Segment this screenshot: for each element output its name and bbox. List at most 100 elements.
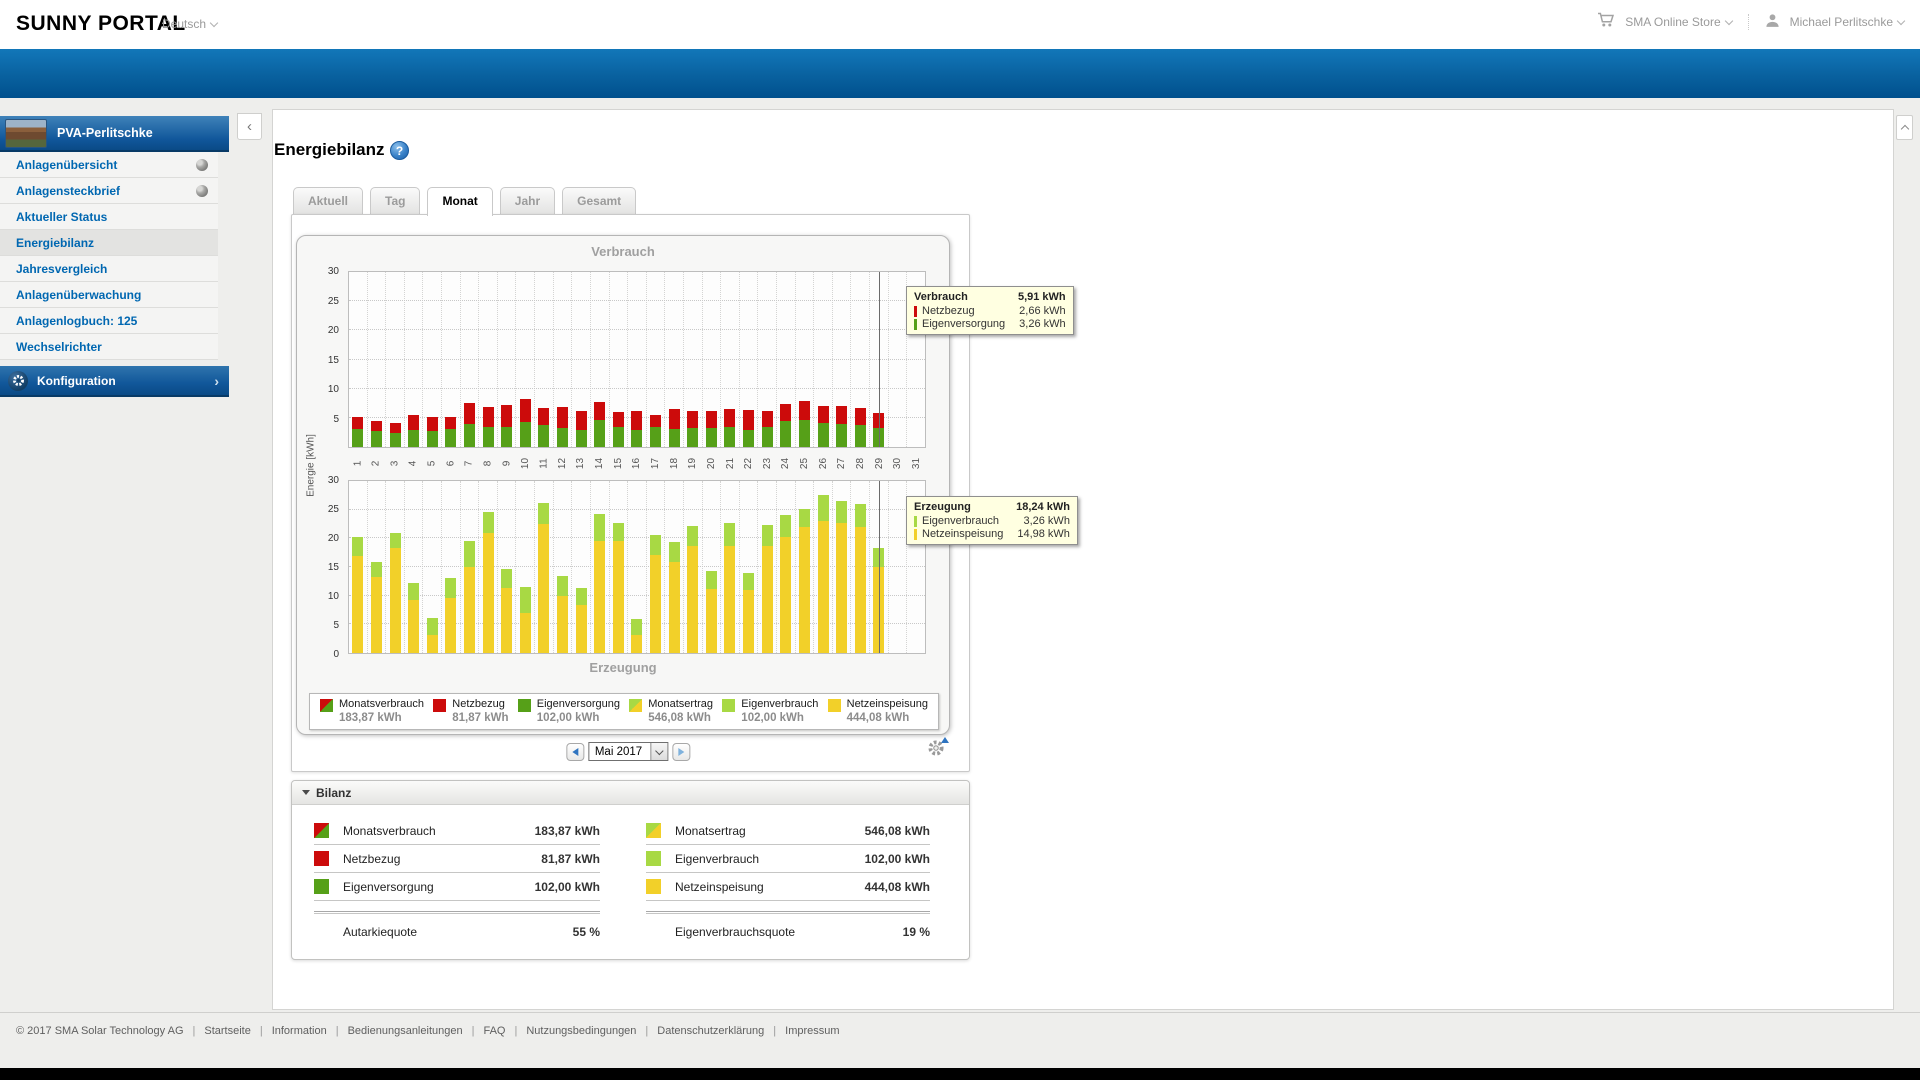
bar-day-7[interactable]	[461, 272, 480, 447]
netzeinspeisung-segment	[854, 526, 866, 653]
sidebar-item-konfiguration[interactable]: Konfiguration ›	[0, 366, 229, 397]
select-dropdown-button[interactable]	[650, 743, 668, 760]
month-select[interactable]: Mai 2017	[587, 742, 669, 761]
sidebar-item-anlagenlogbuch-[interactable]: Anlagenlogbuch: 125	[0, 308, 218, 334]
bar-day-8[interactable]	[479, 481, 498, 653]
bar-day-23[interactable]	[758, 272, 778, 447]
bar-day-6[interactable]	[442, 481, 461, 653]
bar-day-30[interactable]	[889, 272, 908, 447]
sidebar-item-jahresvergleich[interactable]: Jahresvergleich	[0, 256, 218, 282]
help-icon[interactable]: ?	[390, 141, 409, 160]
bar-day-6[interactable]	[442, 272, 461, 447]
netzbezug-segment	[352, 417, 364, 429]
previous-month-button[interactable]	[565, 742, 584, 761]
user-dropdown[interactable]: Michael Perlitschke	[1790, 15, 1906, 29]
bar-day-25[interactable]	[796, 481, 815, 653]
bar-day-13[interactable]	[572, 272, 591, 447]
bar-day-26[interactable]	[814, 272, 833, 447]
bar-day-27[interactable]	[833, 481, 852, 653]
bar-day-21[interactable]	[721, 272, 740, 447]
bar-day-14[interactable]	[591, 272, 610, 447]
bar-day-1[interactable]	[349, 481, 368, 653]
bar-day-11[interactable]	[535, 481, 554, 653]
footer-link-information[interactable]: Information	[272, 1025, 327, 1037]
sidebar: PVA-Perlitschke Anlagenübersicht Anlagens…	[0, 116, 229, 397]
bar-day-2[interactable]	[368, 481, 387, 653]
bar-day-20[interactable]	[703, 481, 722, 653]
footer-link-datenschutzerklärung[interactable]: Datenschutzerklärung	[657, 1025, 764, 1037]
footer-link-startseite[interactable]: Startseite	[204, 1025, 250, 1037]
eigenverbrauch-segment	[370, 561, 382, 578]
bar-day-10[interactable]	[516, 272, 536, 447]
store-dropdown[interactable]: SMA Online Store	[1625, 15, 1733, 29]
bar-day-1[interactable]	[349, 272, 368, 447]
bar-day-20[interactable]	[703, 272, 722, 447]
bar-day-5[interactable]	[423, 481, 443, 653]
chart-settings-button[interactable]	[927, 737, 949, 759]
bar-day-21[interactable]	[721, 481, 740, 653]
bar-day-28[interactable]	[851, 481, 871, 653]
bar-day-15[interactable]	[610, 481, 629, 653]
bar-day-7[interactable]	[461, 481, 480, 653]
sidebar-item-aktueller-status[interactable]: Aktueller Status	[0, 204, 218, 230]
sidebar-item-energiebilanz[interactable]: Energiebilanz	[0, 230, 218, 256]
footer-link-faq[interactable]: FAQ	[483, 1025, 505, 1037]
bar-day-16[interactable]	[628, 272, 647, 447]
bar-day-16[interactable]	[628, 481, 647, 653]
language-dropdown[interactable]: Deutsch	[162, 17, 219, 31]
tab-monat[interactable]: Monat	[427, 187, 493, 216]
bar-day-22[interactable]	[740, 272, 759, 447]
tab-tag[interactable]: Tag	[370, 187, 421, 215]
bar-day-19[interactable]	[684, 481, 703, 653]
collapse-sidebar-button[interactable]: ‹	[237, 113, 262, 140]
bilanz-header[interactable]: Bilanz	[292, 781, 969, 805]
footer-link-nutzungsbedingungen[interactable]: Nutzungsbedingungen	[526, 1025, 636, 1037]
bar-day-5[interactable]	[423, 272, 443, 447]
sidebar-item-anlagensteckbrief[interactable]: Anlagensteckbrief	[0, 178, 218, 204]
bar-day-11[interactable]	[535, 272, 554, 447]
bar-day-4[interactable]	[405, 272, 424, 447]
bar-day-18[interactable]	[665, 272, 684, 447]
bar-day-25[interactable]	[796, 272, 815, 447]
bar-day-15[interactable]	[610, 272, 629, 447]
tab-aktuell[interactable]: Aktuell	[293, 187, 364, 215]
bar-day-24[interactable]	[777, 272, 796, 447]
sidebar-item-anlagen-bersicht[interactable]: Anlagenübersicht	[0, 152, 218, 178]
sidebar-item-wechselrichter[interactable]: Wechselrichter	[0, 334, 218, 360]
bar-day-27[interactable]	[833, 272, 852, 447]
eigenversorgung-segment	[575, 429, 587, 447]
bar-day-2[interactable]	[368, 272, 387, 447]
footer-link-bedienungsanleitungen[interactable]: Bedienungsanleitungen	[348, 1025, 463, 1037]
bar-day-26[interactable]	[814, 481, 833, 653]
bar-day-12[interactable]	[554, 481, 573, 653]
tab-gesamt[interactable]: Gesamt	[562, 187, 637, 215]
bar-day-22[interactable]	[740, 481, 759, 653]
bar-day-8[interactable]	[479, 272, 498, 447]
bar-day-24[interactable]	[777, 481, 796, 653]
bar-day-3[interactable]	[386, 481, 405, 653]
sidebar-plant-header[interactable]: PVA-Perlitschke	[0, 116, 229, 152]
bar-day-9[interactable]	[498, 272, 517, 447]
sidebar-item-anlagen-berwachung[interactable]: Anlagenüberwachung	[0, 282, 218, 308]
bar-day-3[interactable]	[386, 272, 405, 447]
collapse-panel-button[interactable]	[1896, 115, 1913, 140]
next-month-button[interactable]	[672, 742, 691, 761]
bar-day-28[interactable]	[851, 272, 871, 447]
bar-day-30[interactable]	[889, 481, 908, 653]
bar-day-17[interactable]	[647, 481, 666, 653]
netzeinspeisung-segment	[501, 588, 513, 653]
sunny-portal-logo: SUNNY PORTAL	[16, 12, 186, 35]
bar-day-12[interactable]	[554, 272, 573, 447]
bar-day-10[interactable]	[516, 481, 536, 653]
bar-day-4[interactable]	[405, 481, 424, 653]
bar-day-9[interactable]	[498, 481, 517, 653]
bar-day-13[interactable]	[572, 481, 591, 653]
bar-day-19[interactable]	[684, 272, 703, 447]
bar-day-23[interactable]	[758, 481, 778, 653]
eigenverbrauch-segment	[594, 513, 606, 542]
bar-day-17[interactable]	[647, 272, 666, 447]
footer-link-impressum[interactable]: Impressum	[785, 1025, 839, 1037]
bar-day-14[interactable]	[591, 481, 610, 653]
tab-jahr[interactable]: Jahr	[499, 187, 556, 215]
bar-day-18[interactable]	[665, 481, 684, 653]
